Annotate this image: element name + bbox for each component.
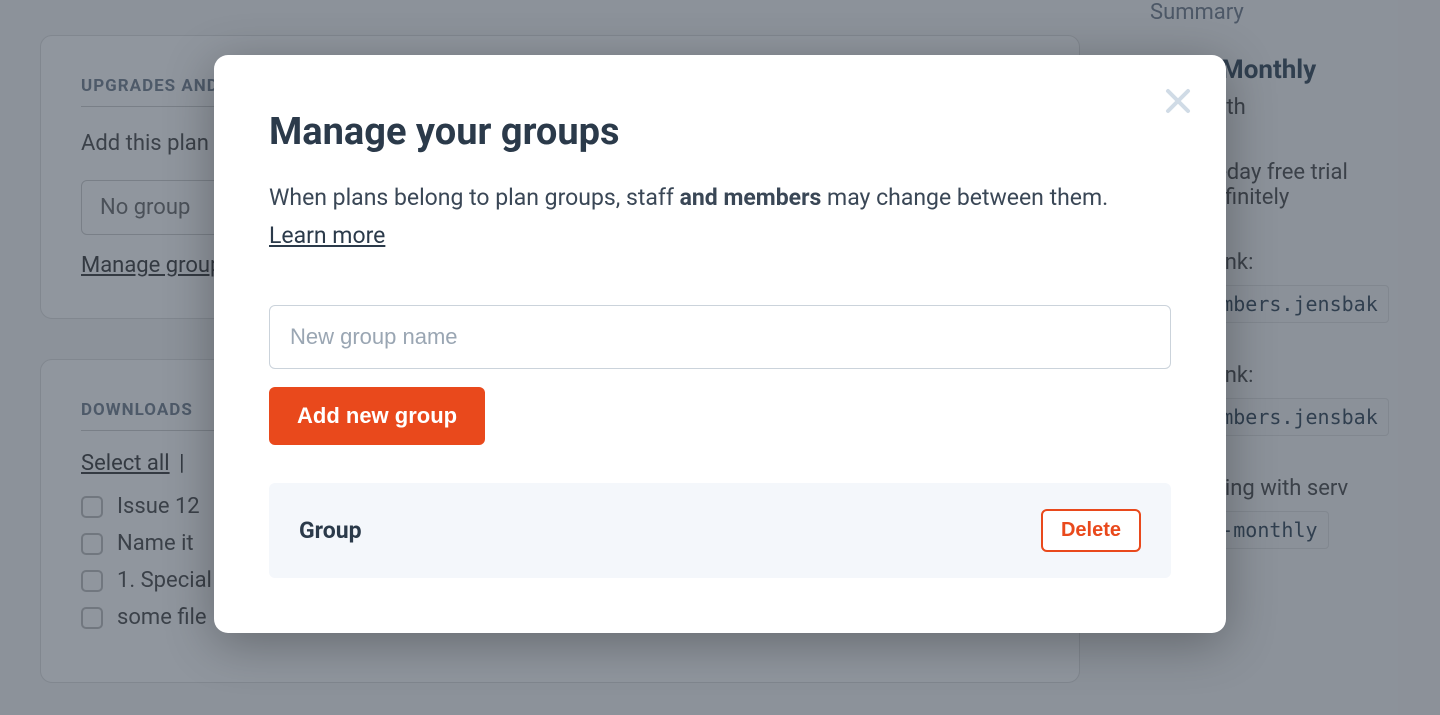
desc-text-before: When plans belong to plan groups, staff xyxy=(269,184,680,211)
manage-groups-modal: Manage your groups When plans belong to … xyxy=(214,55,1226,633)
desc-text-bold: and members xyxy=(680,184,822,211)
group-row: Group Delete xyxy=(269,483,1171,578)
learn-more-link[interactable]: Learn more xyxy=(269,222,385,249)
add-group-button[interactable]: Add new group xyxy=(269,387,485,445)
modal-title: Manage your groups xyxy=(269,110,1171,154)
desc-text-after: may change between them. xyxy=(821,184,1108,211)
modal-description: When plans belong to plan groups, staff … xyxy=(269,179,1171,255)
group-name-label: Group xyxy=(299,517,362,544)
new-group-input[interactable] xyxy=(269,305,1171,369)
close-icon[interactable] xyxy=(1160,83,1196,125)
delete-group-button[interactable]: Delete xyxy=(1041,509,1141,552)
